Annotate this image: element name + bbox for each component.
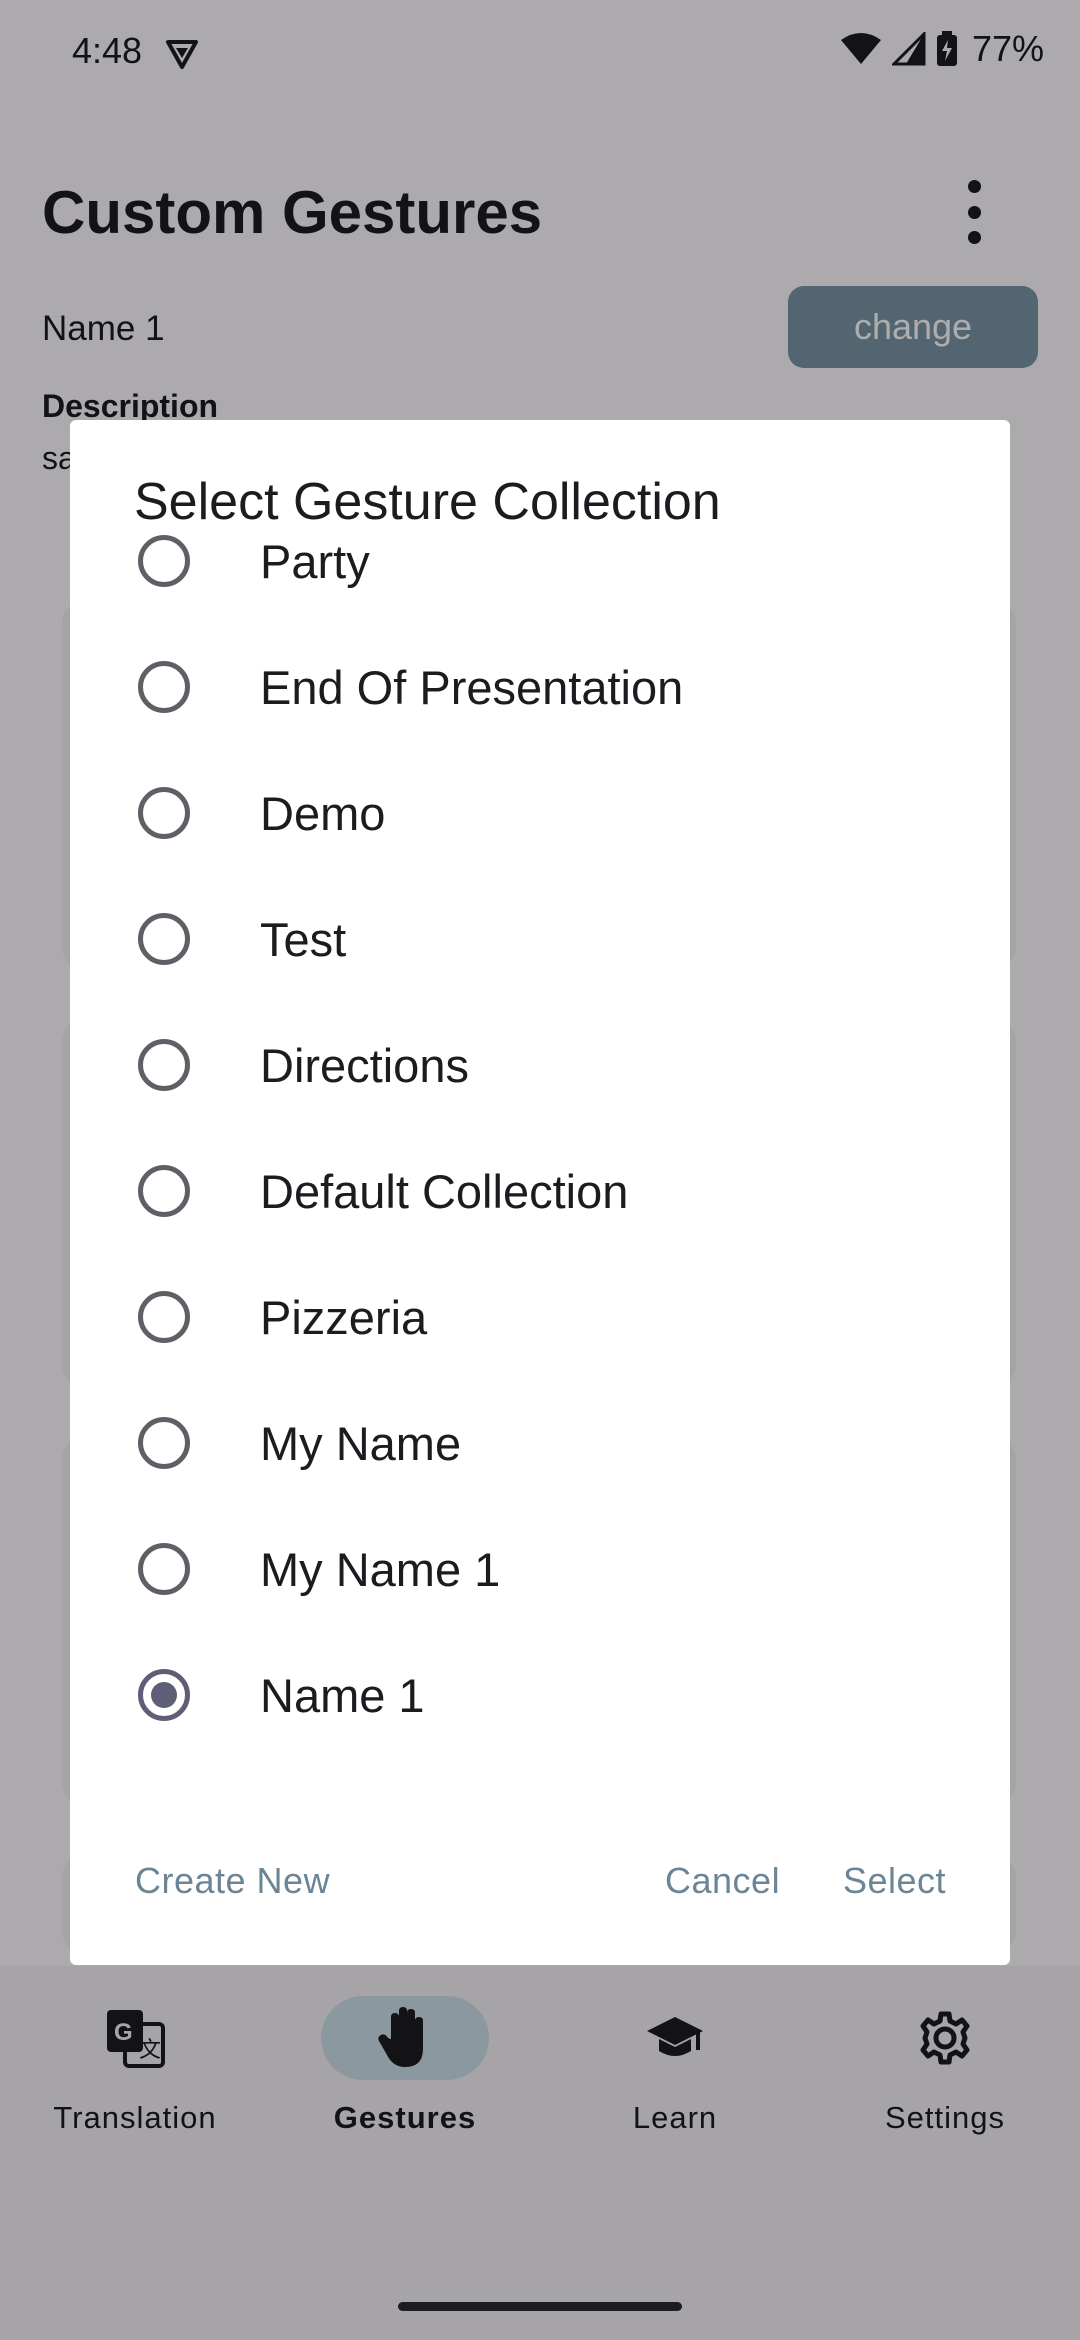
dialog-actions: Create New Cancel Select — [70, 1860, 1010, 1930]
home-indicator[interactable] — [398, 2302, 682, 2311]
radio-button[interactable] — [138, 1543, 190, 1595]
radio-button[interactable] — [138, 661, 190, 713]
collection-option-my-name-1[interactable]: My Name 1 — [70, 1506, 1010, 1632]
radio-button[interactable] — [138, 1039, 190, 1091]
option-label: Pizzeria — [260, 1290, 428, 1344]
collection-option-my-name[interactable]: My Name — [70, 1380, 1010, 1506]
option-label: Test — [260, 912, 347, 966]
option-label: Demo — [260, 786, 386, 840]
radio-button[interactable] — [138, 535, 190, 587]
option-label: Name 1 — [260, 1668, 425, 1722]
radio-button[interactable] — [138, 1165, 190, 1217]
option-label: Directions — [260, 1038, 469, 1092]
collection-option-default-collection[interactable]: Default Collection — [70, 1128, 1010, 1254]
collection-options-list: Party End Of Presentation Demo Test Dire… — [70, 498, 1010, 1758]
radio-button-selected[interactable] — [138, 1669, 190, 1721]
option-label: End Of Presentation — [260, 660, 684, 714]
create-new-button[interactable]: Create New — [135, 1860, 330, 1902]
radio-button[interactable] — [138, 1291, 190, 1343]
cancel-button[interactable]: Cancel — [665, 1860, 780, 1902]
option-label: Default Collection — [260, 1164, 629, 1218]
option-label: My Name — [260, 1416, 462, 1470]
radio-button[interactable] — [138, 913, 190, 965]
collection-option-demo[interactable]: Demo — [70, 750, 1010, 876]
option-label: Party — [260, 534, 370, 588]
option-label: My Name 1 — [260, 1542, 501, 1596]
collection-option-party[interactable]: Party — [70, 498, 1010, 624]
collection-option-name-1[interactable]: Name 1 — [70, 1632, 1010, 1758]
radio-button[interactable] — [138, 787, 190, 839]
collection-option-end-of-presentation[interactable]: End Of Presentation — [70, 624, 1010, 750]
select-button[interactable]: Select — [843, 1860, 946, 1902]
collection-option-directions[interactable]: Directions — [70, 1002, 1010, 1128]
collection-option-pizzeria[interactable]: Pizzeria — [70, 1254, 1010, 1380]
radio-button[interactable] — [138, 1417, 190, 1469]
select-collection-dialog: Select Gesture Collection Party End Of P… — [70, 420, 1010, 1965]
collection-option-test[interactable]: Test — [70, 876, 1010, 1002]
